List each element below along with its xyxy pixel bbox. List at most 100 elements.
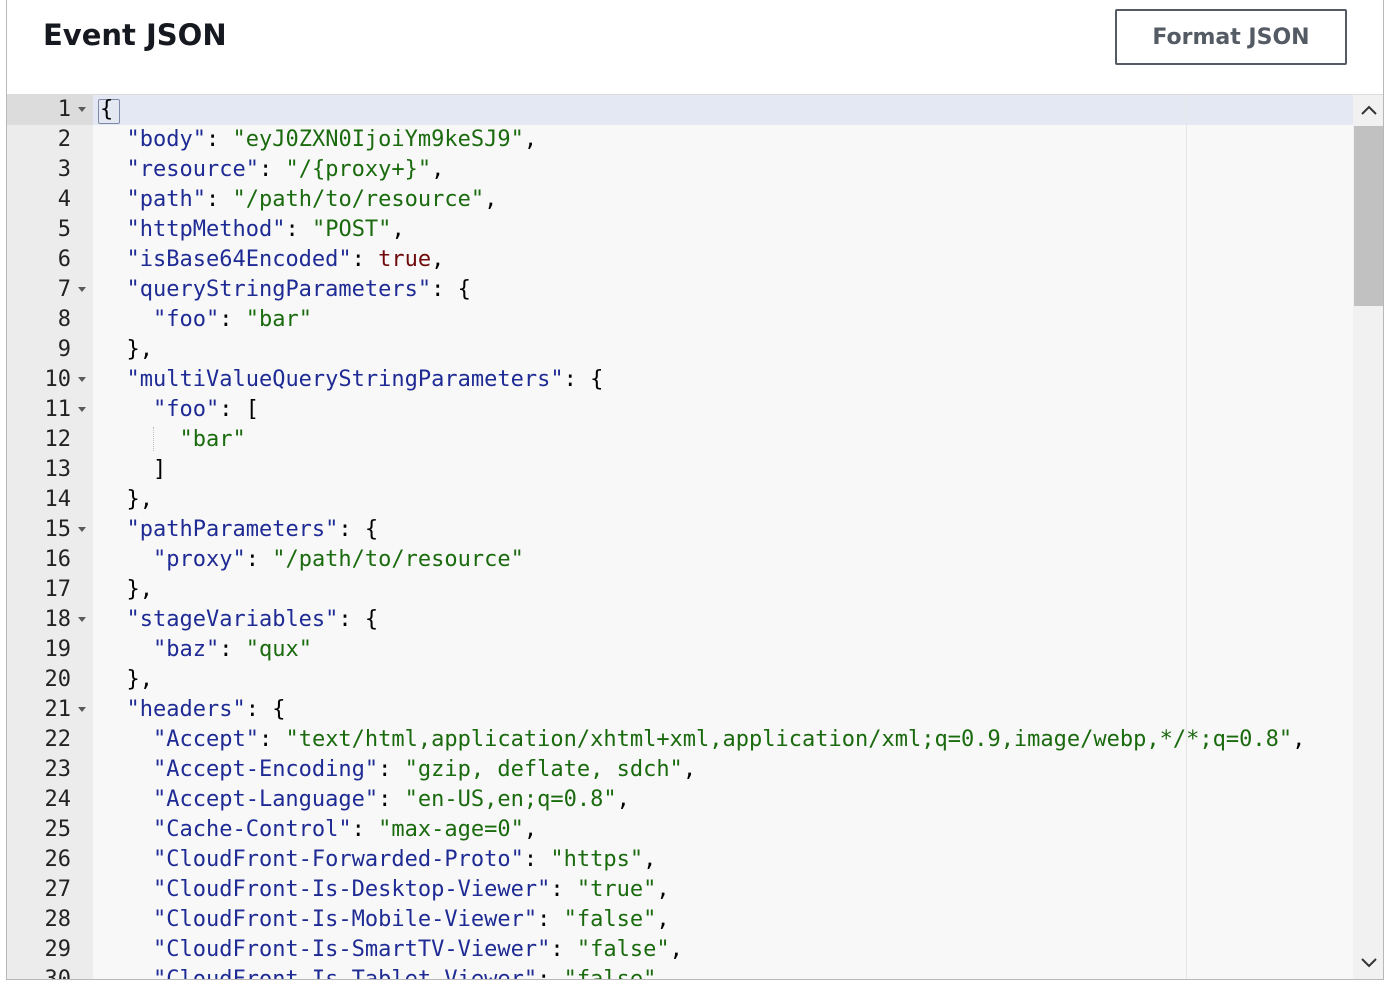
format-json-button[interactable]: Format JSON (1115, 9, 1347, 65)
json-punctuation: }, (126, 487, 154, 512)
line-number: 10 (44, 367, 72, 392)
scroll-up-button[interactable] (1353, 95, 1383, 125)
line-number: 22 (44, 727, 72, 752)
json-key: "stageVariables" (126, 607, 339, 632)
code-text: "path": "/path/to/resource", (100, 185, 498, 215)
json-string: "false" (563, 967, 657, 980)
fold-toggle-icon[interactable] (78, 707, 86, 712)
json-punctuation: , (391, 217, 405, 242)
json-punctuation: , (656, 967, 670, 980)
vertical-scrollbar[interactable] (1353, 95, 1383, 979)
json-string: "true" (576, 877, 657, 902)
fold-toggle-icon[interactable] (78, 107, 86, 112)
code-lines[interactable]: 1{2 "body": "eyJ0ZXN0IjoiYm9keSJ9", 3 "re… (7, 95, 1353, 980)
code-line[interactable]: 22 "Accept": "text/html,application/xhtm… (7, 725, 1353, 755)
code-text: "queryStringParameters": { (100, 275, 471, 305)
code-line[interactable]: 3 "resource": "/{proxy+}", (7, 155, 1353, 185)
code-text: }, (100, 335, 154, 365)
event-json-panel: Event JSON Format JSON 1{2 "body": "eyJ0… (6, 0, 1384, 980)
code-line[interactable]: 8 "foo": "bar" (7, 305, 1353, 335)
json-key: "Accept-Encoding" (152, 757, 379, 782)
json-key: "Cache-Control" (152, 817, 352, 842)
panel-title: Event JSON (43, 18, 227, 52)
code-line[interactable]: 13 ] (7, 455, 1353, 485)
code-line[interactable]: 19 "baz": "qux" (7, 635, 1353, 665)
json-string: "text/html,application/xhtml+xml,applica… (285, 727, 1293, 752)
code-text: "CloudFront-Is-Mobile-Viewer": "false", (100, 905, 670, 935)
code-line[interactable]: 5 "httpMethod": "POST", (7, 215, 1353, 245)
code-line[interactable]: 25 "Cache-Control": "max-age=0", (7, 815, 1353, 845)
code-line[interactable]: 17 }, (7, 575, 1353, 605)
code-line[interactable]: 20 }, (7, 665, 1353, 695)
json-key: "foo" (152, 307, 220, 332)
json-punctuation: : [ (219, 397, 259, 422)
json-string: "max-age=0" (378, 817, 524, 842)
line-number: 30 (44, 967, 72, 980)
fold-toggle-icon[interactable] (78, 287, 86, 292)
code-line[interactable]: 10 "multiValueQueryStringParameters": { (7, 365, 1353, 395)
code-line[interactable]: 24 "Accept-Language": "en-US,en;q=0.8", (7, 785, 1353, 815)
json-punctuation: : (219, 307, 246, 332)
code-line[interactable]: 26 "CloudFront-Forwarded-Proto": "https"… (7, 845, 1353, 875)
json-punctuation: : (285, 217, 312, 242)
json-key: "CloudFront-Is-Desktop-Viewer" (152, 877, 551, 902)
json-punctuation: , (682, 757, 697, 782)
json-punctuation: , (1292, 727, 1306, 752)
code-line[interactable]: 28 "CloudFront-Is-Mobile-Viewer": "false… (7, 905, 1353, 935)
fold-toggle-icon[interactable] (78, 407, 86, 412)
code-line[interactable]: 18 "stageVariables": { (7, 605, 1353, 635)
fold-toggle-icon[interactable] (78, 617, 86, 622)
json-key: "CloudFront-Is-SmartTV-Viewer" (152, 937, 551, 962)
code-text: }, (100, 575, 154, 605)
json-punctuation: }, (126, 337, 154, 362)
json-punctuation: : { (431, 277, 471, 302)
json-key: "multiValueQueryStringParameters" (126, 367, 564, 392)
line-number: 17 (44, 577, 72, 602)
scroll-down-button[interactable] (1353, 948, 1383, 978)
line-number: 5 (57, 217, 71, 242)
code-line[interactable]: 27 "CloudFront-Is-Desktop-Viewer": "true… (7, 875, 1353, 905)
code-line[interactable]: 11 "foo": [ (7, 395, 1353, 425)
code-line[interactable]: 29 "CloudFront-Is-SmartTV-Viewer": "fals… (7, 935, 1353, 965)
json-punctuation: , (643, 847, 657, 872)
line-number: 13 (44, 457, 72, 482)
json-string: "POST" (311, 217, 392, 242)
code-line[interactable]: 15 "pathParameters": { (7, 515, 1353, 545)
code-text: "stageVariables": { (100, 605, 379, 635)
json-key: "proxy" (152, 547, 246, 572)
json-punctuation: : (245, 547, 273, 572)
code-text: "Accept-Language": "en-US,en;q=0.8", (100, 785, 630, 815)
json-punctuation: : (537, 907, 564, 932)
json-string: "/path/to/resource" (232, 187, 485, 212)
code-line[interactable]: 7 "queryStringParameters": { (7, 275, 1353, 305)
code-line[interactable]: 12 "bar" (7, 425, 1353, 455)
code-text: { (100, 95, 113, 125)
code-line[interactable]: 6 "isBase64Encoded": true, (7, 245, 1353, 275)
json-punctuation: , (523, 127, 538, 152)
code-editor[interactable]: 1{2 "body": "eyJ0ZXN0IjoiYm9keSJ9", 3 "re… (7, 95, 1383, 980)
scrollbar-thumb[interactable] (1354, 126, 1383, 306)
code-line[interactable]: 21 "headers": { (7, 695, 1353, 725)
json-key: "body" (126, 127, 206, 152)
json-string: "qux" (245, 637, 312, 662)
code-text: "headers": { (100, 695, 286, 725)
code-text: "foo": "bar" (100, 305, 312, 335)
json-string: "/{proxy+}" (285, 157, 432, 182)
line-number: 23 (44, 757, 72, 782)
json-key: "isBase64Encoded" (126, 247, 352, 272)
code-line[interactable]: 23 "Accept-Encoding": "gzip, deflate, sd… (7, 755, 1353, 785)
json-punctuation: , (669, 937, 683, 962)
code-line[interactable]: 2 "body": "eyJ0ZXN0IjoiYm9keSJ9", (7, 125, 1353, 155)
code-line[interactable]: 1{ (7, 95, 1353, 125)
line-number: 1 (57, 97, 71, 122)
code-line[interactable]: 16 "proxy": "/path/to/resource" (7, 545, 1353, 575)
fold-toggle-icon[interactable] (78, 527, 86, 532)
code-text: }, (100, 665, 154, 695)
code-line[interactable]: 9 }, (7, 335, 1353, 365)
code-text: "pathParameters": { (100, 515, 379, 545)
code-line[interactable]: 30 "CloudFront-Is-Tablet-Viewer": "false… (7, 965, 1353, 980)
json-punctuation: ] (152, 457, 167, 482)
fold-toggle-icon[interactable] (78, 377, 86, 382)
code-line[interactable]: 4 "path": "/path/to/resource", (7, 185, 1353, 215)
code-line[interactable]: 14 }, (7, 485, 1353, 515)
